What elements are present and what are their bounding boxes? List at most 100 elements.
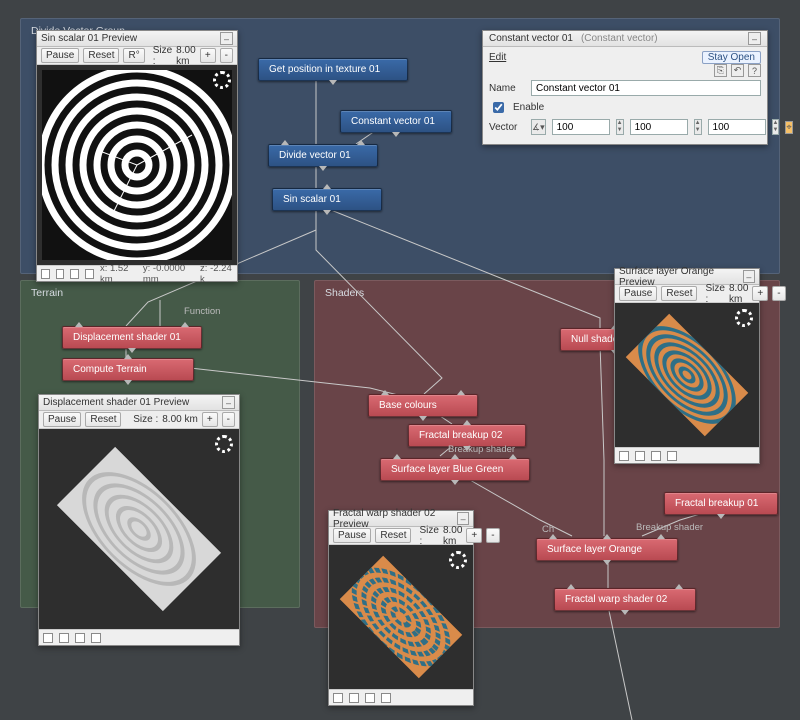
node-get-position[interactable]: Get position in texture 01: [258, 58, 408, 81]
node-constant-vector[interactable]: Constant vector 01: [340, 110, 452, 133]
preview-viewport[interactable]: [39, 429, 239, 629]
port-in[interactable]: [567, 584, 575, 589]
pause-button[interactable]: Pause: [43, 412, 81, 427]
port-out[interactable]: [603, 560, 611, 565]
view-icon[interactable]: [75, 633, 85, 643]
view-icon[interactable]: [59, 633, 69, 643]
port-in[interactable]: [675, 584, 683, 589]
pause-button[interactable]: Pause: [333, 528, 371, 543]
port-out[interactable]: [128, 348, 136, 353]
node-displacement-shader[interactable]: Displacement shader 01: [62, 326, 202, 349]
picker-button[interactable]: ⌖: [785, 121, 792, 134]
minimize-button[interactable]: –: [457, 512, 469, 525]
vector-y-input[interactable]: [630, 119, 688, 135]
port-in[interactable]: [457, 390, 465, 395]
stepper[interactable]: ▲▼: [694, 119, 702, 135]
preview-displacement[interactable]: Displacement shader 01 Preview – Pause R…: [38, 394, 240, 646]
inspector-constant-vector[interactable]: Constant vector 01 (Constant vector) – E…: [482, 30, 768, 145]
reset-button[interactable]: Reset: [375, 528, 411, 543]
view-icon[interactable]: [651, 451, 661, 461]
units-dropdown[interactable]: ∡▾: [531, 119, 546, 135]
zoom-in-button[interactable]: +: [466, 528, 482, 543]
node-sin-scalar[interactable]: Sin scalar 01: [272, 188, 382, 211]
port-in[interactable]: [451, 454, 459, 459]
reset-button[interactable]: Reset: [85, 412, 121, 427]
stepper[interactable]: ▲▼: [772, 119, 780, 135]
view-icon[interactable]: [333, 693, 343, 703]
preview-sin-scalar[interactable]: Sin scalar 01 Preview – Pause Reset R° S…: [36, 30, 238, 282]
node-divide-vector[interactable]: Divide vector 01: [268, 144, 378, 167]
view-icon[interactable]: [635, 451, 645, 461]
minimize-button[interactable]: –: [220, 32, 233, 45]
vector-z-input[interactable]: [708, 119, 766, 135]
port-in[interactable]: [393, 454, 401, 459]
zoom-out-button[interactable]: -: [486, 528, 499, 543]
minimize-button[interactable]: –: [222, 396, 235, 409]
view-icon[interactable]: [365, 693, 375, 703]
port-in[interactable]: [603, 534, 611, 539]
reset-button[interactable]: Reset: [661, 286, 697, 301]
port-in[interactable]: [657, 534, 665, 539]
port-out[interactable]: [124, 380, 132, 385]
zoom-in-button[interactable]: +: [202, 412, 218, 427]
view-icon[interactable]: [381, 693, 391, 703]
port-in[interactable]: [281, 140, 289, 145]
stepper[interactable]: ▲▼: [616, 119, 624, 135]
help-button[interactable]: ?: [748, 64, 761, 77]
minimize-button[interactable]: –: [743, 270, 755, 283]
stay-open-toggle[interactable]: Stay Open: [702, 51, 761, 64]
name-input[interactable]: [531, 80, 761, 96]
port-out[interactable]: [419, 416, 427, 421]
view-icon[interactable]: [43, 633, 53, 643]
port-in[interactable]: [323, 184, 331, 189]
port-out[interactable]: [717, 514, 725, 519]
view-icon[interactable]: [70, 269, 79, 279]
pause-button[interactable]: Pause: [41, 48, 79, 63]
view-icon[interactable]: [667, 451, 677, 461]
preview-fractal-warp[interactable]: Fractal warp shader 02 Preview – Pause R…: [328, 510, 474, 706]
zoom-in-button[interactable]: +: [200, 48, 216, 63]
preview-viewport[interactable]: [615, 303, 759, 447]
port-out[interactable]: [451, 480, 459, 485]
port-in[interactable]: [181, 322, 189, 327]
node-fractal-warp-02[interactable]: Fractal warp shader 02: [554, 588, 696, 611]
node-compute-terrain[interactable]: Compute Terrain: [62, 358, 194, 381]
port-out[interactable]: [319, 166, 327, 171]
zoom-out-button[interactable]: -: [222, 412, 235, 427]
edit-menu[interactable]: Edit: [489, 52, 506, 63]
node-base-colours[interactable]: Base colours: [368, 394, 478, 417]
port-in[interactable]: [357, 140, 365, 145]
port-in[interactable]: [75, 322, 83, 327]
view-icon[interactable]: [91, 633, 101, 643]
undo-button[interactable]: ↶: [731, 64, 744, 77]
node-surface-layer-blue-green[interactable]: Surface layer Blue Green: [380, 458, 530, 481]
enable-checkbox[interactable]: [493, 102, 504, 113]
view-icon[interactable]: [41, 269, 50, 279]
view-icon[interactable]: [619, 451, 629, 461]
pause-button[interactable]: Pause: [619, 286, 657, 301]
view-icon[interactable]: [349, 693, 359, 703]
action-button[interactable]: ⎘: [714, 64, 727, 77]
node-surface-layer-orange[interactable]: Surface layer Orange: [536, 538, 678, 561]
port-in[interactable]: [463, 420, 471, 425]
zoom-out-button[interactable]: -: [772, 286, 785, 301]
vector-x-input[interactable]: [552, 119, 610, 135]
node-fractal-breakup-01[interactable]: Fractal breakup 01: [664, 492, 778, 515]
view-icon[interactable]: [85, 269, 94, 279]
minimize-button[interactable]: –: [748, 32, 761, 45]
port-out[interactable]: [392, 132, 400, 137]
port-out[interactable]: [621, 610, 629, 615]
preview-surface-orange[interactable]: Surface layer Orange Preview – Pause Res…: [614, 268, 760, 464]
port-in[interactable]: [509, 454, 517, 459]
zoom-in-button[interactable]: +: [752, 286, 768, 301]
preview-viewport[interactable]: [329, 545, 473, 689]
port-in[interactable]: [381, 390, 389, 395]
zoom-out-button[interactable]: -: [220, 48, 233, 63]
port-in[interactable]: [549, 534, 557, 539]
preview-viewport[interactable]: [37, 65, 237, 265]
port-out[interactable]: [329, 80, 337, 85]
rotate-button[interactable]: R°: [123, 48, 144, 63]
port-out[interactable]: [323, 210, 331, 215]
port-in[interactable]: [124, 354, 132, 359]
view-icon[interactable]: [56, 269, 65, 279]
